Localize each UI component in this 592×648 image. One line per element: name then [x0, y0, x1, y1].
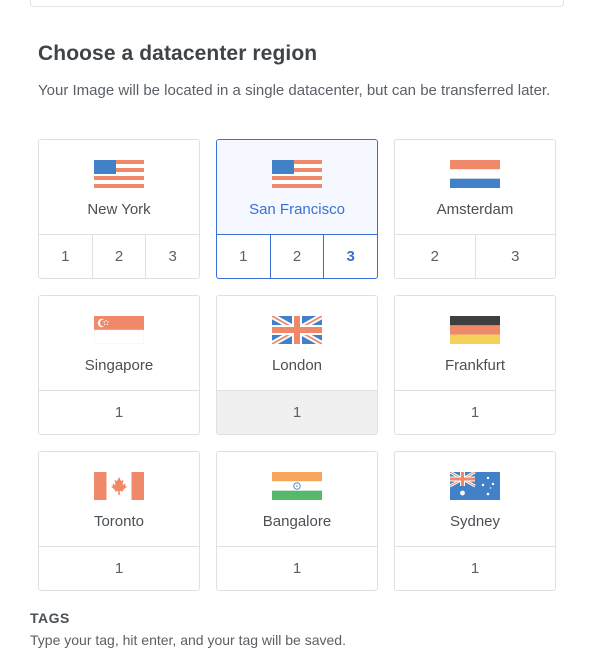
region-card-header[interactable]: New York — [39, 140, 199, 235]
region-card-frankfurt[interactable]: Frankfurt 1 — [394, 295, 556, 435]
datacenter-option-disabled[interactable]: 1 — [217, 391, 377, 434]
datacenter-option[interactable]: 2 — [91, 235, 146, 278]
datacenter-option[interactable]: 3 — [145, 235, 199, 278]
datacenter-number-group: 1 — [217, 547, 377, 590]
tags-help-text: Type your tag, hit enter, and your tag w… — [30, 632, 346, 648]
region-name: San Francisco — [249, 201, 345, 218]
region-card-san-francisco[interactable]: San Francisco 1 2 3 — [216, 139, 378, 279]
region-card-header[interactable]: Frankfurt — [395, 296, 555, 391]
netherlands-flag-icon — [450, 160, 500, 188]
region-card-sydney[interactable]: Sydney 1 — [394, 451, 556, 591]
datacenter-number-group: 1 — [395, 547, 555, 590]
datacenter-number-group: 1 — [39, 391, 199, 434]
datacenter-number-group: 1 — [217, 391, 377, 434]
datacenter-number-group: 1 2 3 — [39, 235, 199, 278]
datacenter-option[interactable]: 1 — [217, 547, 377, 590]
singapore-flag-icon — [94, 316, 144, 344]
australia-flag-icon — [450, 472, 500, 500]
datacenter-option[interactable]: 2 — [269, 235, 324, 278]
region-card-header[interactable]: Toronto — [39, 452, 199, 547]
region-name: Sydney — [449, 513, 501, 530]
region-card-london[interactable]: London 1 — [216, 295, 378, 435]
region-card-header[interactable]: Sydney — [395, 452, 555, 547]
datacenter-option[interactable]: 1 — [217, 235, 270, 278]
datacenter-option[interactable]: 1 — [395, 391, 555, 434]
region-card-amsterdam[interactable]: Amsterdam 2 3 — [394, 139, 556, 279]
region-card-header[interactable]: London — [217, 296, 377, 391]
germany-flag-icon — [450, 316, 500, 344]
datacenter-option[interactable]: 1 — [395, 547, 555, 590]
datacenter-option[interactable]: 1 — [39, 235, 92, 278]
datacenter-option[interactable]: 3 — [474, 235, 556, 278]
region-name: Bangalore — [262, 513, 332, 530]
us-flag-icon — [94, 160, 144, 188]
datacenter-option[interactable]: 2 — [395, 235, 475, 278]
datacenter-option[interactable]: 1 — [39, 547, 199, 590]
region-card-toronto[interactable]: Toronto 1 — [38, 451, 200, 591]
region-card-bangalore[interactable]: Bangalore 1 — [216, 451, 378, 591]
datacenter-option-selected[interactable]: 3 — [323, 235, 377, 278]
region-card-singapore[interactable]: Singapore 1 — [38, 295, 200, 435]
region-grid: New York 1 2 3 San Francisco 1 2 3 Amste… — [38, 139, 556, 591]
section-title: Choose a datacenter region — [38, 42, 318, 65]
region-name: London — [271, 357, 323, 374]
region-name: New York — [87, 201, 151, 218]
region-card-header[interactable]: Singapore — [39, 296, 199, 391]
datacenter-number-group: 1 — [395, 391, 555, 434]
datacenter-number-group: 1 2 3 — [217, 235, 377, 278]
region-name: Toronto — [93, 513, 145, 530]
datacenter-number-group: 1 — [39, 547, 199, 590]
region-name: Frankfurt — [444, 357, 505, 374]
region-name: Amsterdam — [436, 201, 514, 218]
uk-flag-icon — [272, 316, 322, 344]
previous-section-input[interactable] — [30, 0, 564, 7]
section-description: Your Image will be located in a single d… — [38, 82, 551, 99]
canada-flag-icon — [94, 472, 144, 500]
region-card-new-york[interactable]: New York 1 2 3 — [38, 139, 200, 279]
datacenter-number-group: 2 3 — [395, 235, 555, 278]
region-name: Singapore — [84, 357, 154, 374]
region-card-header[interactable]: San Francisco — [217, 140, 377, 235]
us-flag-icon — [272, 160, 322, 188]
datacenter-option[interactable]: 1 — [39, 391, 199, 434]
region-card-header[interactable]: Bangalore — [217, 452, 377, 547]
region-card-header[interactable]: Amsterdam — [395, 140, 555, 235]
tags-section-label: TAGS — [30, 610, 70, 626]
india-flag-icon — [272, 472, 322, 500]
